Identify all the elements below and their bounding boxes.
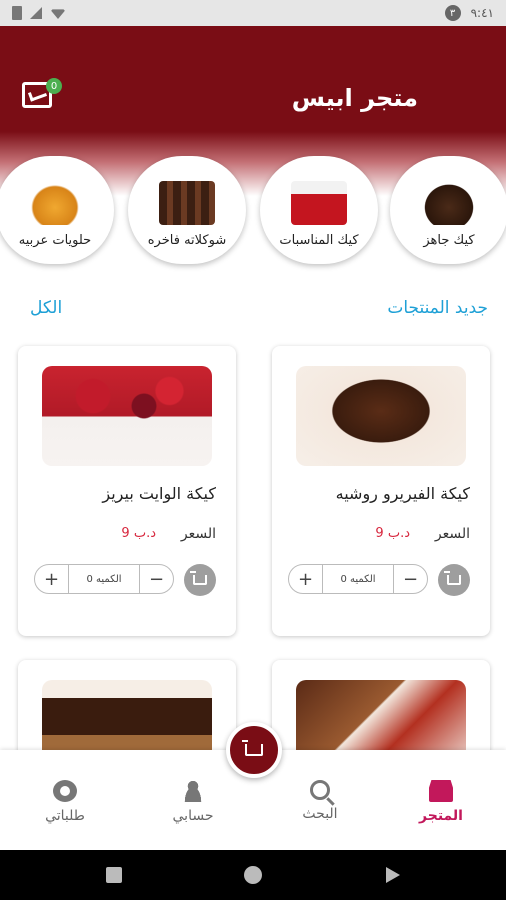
cart-icon — [444, 571, 461, 585]
wifi-icon — [50, 9, 66, 19]
add-to-cart-button[interactable] — [438, 564, 470, 596]
category-arabic-sweets[interactable]: حلويات عربيه — [0, 156, 114, 264]
price-label: السعر — [434, 526, 470, 542]
status-bar: ٣ ٩:٤١ — [0, 0, 506, 26]
floating-cart-button[interactable] — [226, 722, 282, 778]
product-card[interactable]: كيكة الوايت بيريز السعر 9 د.ب + الكميه 0… — [18, 346, 236, 636]
cart-count-badge: 0 — [46, 78, 62, 94]
notification-icon: ٣ — [444, 5, 461, 21]
home-icon[interactable] — [244, 866, 262, 884]
increase-button[interactable]: + — [289, 565, 323, 593]
quantity-input[interactable]: الكميه 0 — [69, 565, 139, 593]
category-image — [291, 181, 347, 225]
product-price: 9 د.ب — [121, 526, 156, 541]
nav-label: المتجر — [419, 808, 463, 824]
add-to-cart-button[interactable] — [184, 564, 216, 596]
person-icon — [181, 780, 205, 802]
category-image — [159, 181, 215, 225]
status-right: ٣ ٩:٤١ — [444, 5, 494, 21]
increase-button[interactable]: + — [35, 565, 69, 593]
recents-icon[interactable] — [106, 867, 122, 883]
nav-store[interactable]: المتجر — [401, 780, 481, 824]
orders-icon — [53, 780, 77, 802]
product-image — [296, 366, 466, 466]
quantity-stepper: + الكميه 0 − — [34, 564, 174, 594]
category-occasion-cake[interactable]: كيك المناسبات — [260, 156, 378, 264]
cart-icon — [242, 740, 263, 756]
nav-orders[interactable]: طلباتي — [25, 780, 105, 824]
quantity-input[interactable]: الكميه 0 — [323, 565, 393, 593]
section-title: جديد المنتجات — [387, 298, 488, 318]
category-luxury-chocolate[interactable]: شوكلاته فاخره — [128, 156, 246, 264]
category-label: حلويات عربيه — [18, 233, 92, 248]
decrease-button[interactable]: − — [393, 565, 427, 593]
category-image — [27, 181, 83, 225]
signal-icon — [30, 7, 42, 19]
battery-icon — [12, 6, 22, 20]
category-image — [421, 181, 477, 225]
back-icon[interactable] — [386, 867, 400, 883]
product-name: كيكة الفيريرو روشيه — [335, 484, 470, 503]
page-title: متجر ابيس — [291, 84, 418, 112]
search-icon — [310, 780, 330, 800]
category-label: كيك المناسبات — [279, 233, 359, 248]
view-all-link[interactable]: الكل — [30, 298, 62, 318]
category-ready-cake[interactable]: كيك جاهز — [390, 156, 506, 264]
nav-search[interactable]: البحث — [280, 780, 360, 822]
nav-account[interactable]: حسابي — [153, 780, 233, 824]
category-label: شوكلاته فاخره — [147, 233, 227, 248]
quantity-stepper: + الكميه 0 − — [288, 564, 428, 594]
nav-label: البحث — [302, 806, 338, 822]
product-name: كيكة الوايت بيريز — [102, 484, 216, 503]
cart-icon — [190, 571, 207, 585]
status-time: ٩:٤١ — [470, 6, 494, 20]
product-price: 9 د.ب — [375, 526, 410, 541]
price-label: السعر — [180, 526, 216, 542]
product-card[interactable]: كيكة الفيريرو روشيه السعر 9 د.ب + الكميه… — [272, 346, 490, 636]
nav-label: طلباتي — [45, 808, 85, 824]
decrease-button[interactable]: − — [139, 565, 173, 593]
category-label: كيك جاهز — [423, 233, 475, 248]
system-nav-bar — [0, 850, 506, 900]
category-list: كيك جاهز كيك المناسبات شوكلاته فاخره حلو… — [0, 152, 506, 264]
product-image — [42, 366, 212, 466]
store-icon — [429, 780, 453, 802]
status-icons — [12, 6, 66, 20]
nav-label: حسابي — [172, 808, 214, 824]
